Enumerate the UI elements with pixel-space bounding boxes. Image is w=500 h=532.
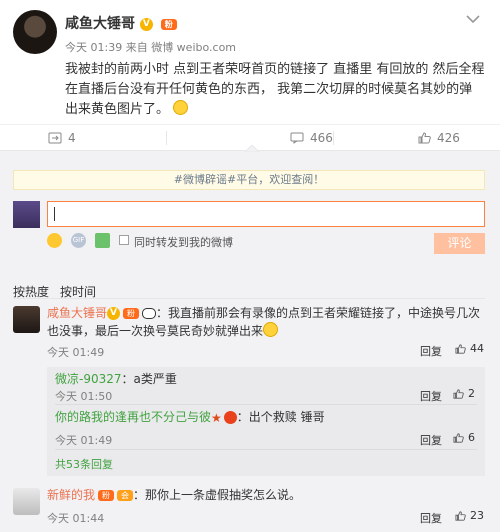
panda-badge-icon xyxy=(142,308,157,319)
commenter-avatar[interactable] xyxy=(13,488,40,515)
thumbs-up-icon xyxy=(453,432,464,443)
comment-text: ：那你上一条虚假抽奖怎么说。 xyxy=(133,488,302,502)
image-upload-icon[interactable] xyxy=(95,233,110,248)
verified-badge-icon: V xyxy=(139,17,153,31)
emoji-picker-icon[interactable] xyxy=(47,233,62,248)
more-replies-link[interactable]: 共53条回复 xyxy=(55,456,113,472)
comment-input-value xyxy=(54,207,55,221)
sub-commenter-name[interactable]: 你的路我的逢再也不分己与彼 xyxy=(55,410,211,424)
submit-comment-button[interactable]: 评论 xyxy=(434,233,485,254)
comment-count: 466 xyxy=(310,131,333,145)
reply-button[interactable]: 回复 xyxy=(420,343,442,359)
member-badge-icon: 会 xyxy=(117,490,134,501)
repost-icon xyxy=(48,132,62,144)
author-avatar[interactable] xyxy=(13,10,57,54)
caret-up-icon xyxy=(245,145,259,152)
commenter-name[interactable]: 咸鱼大锤哥 xyxy=(47,306,107,320)
reply-button[interactable]: 回复 xyxy=(420,432,442,448)
fan-badge-icon: 粉 xyxy=(98,490,115,501)
post-meta: 今天 01:39 来自 微博 weibo.com xyxy=(65,41,237,54)
repost-checkbox-label: 同时转发到我的微博 xyxy=(134,236,233,249)
comment-time: 今天 01:49 xyxy=(47,346,105,359)
red-badge-icon xyxy=(223,411,237,424)
comment-time: 今天 01:44 xyxy=(47,512,105,525)
sub-comment-time: 今天 01:49 xyxy=(55,434,113,447)
sub-comment-time: 今天 01:50 xyxy=(55,390,113,403)
repost-count: 4 xyxy=(68,131,76,145)
repost-button[interactable]: 4 xyxy=(48,131,76,145)
comment-icon xyxy=(290,132,304,144)
notice-text: #微博辟谣#平台，欢迎查阅！ xyxy=(173,173,325,186)
post-body: 我被封的前两小时 点到王者荣呀首页的链接了 直播里 有回放的 然后全程在直播后台… xyxy=(65,62,485,117)
sub-comment-item: 你的路我的逢再也不分己与彼★ ：出个救赎 锤哥 xyxy=(55,408,325,427)
comment-like-button[interactable]: 2 xyxy=(453,387,475,400)
fan-badge-icon: 粉 xyxy=(160,18,177,30)
post-text: 我被封的前两小时 点到王者荣呀首页的链接了 直播里 有回放的 然后全程在直播后台… xyxy=(65,60,485,120)
comment-like-count: 23 xyxy=(470,509,484,522)
thumbs-up-icon xyxy=(418,132,431,144)
sub-comment-text: ：出个救赎 锤哥 xyxy=(236,410,325,424)
reply-button[interactable]: 回复 xyxy=(420,388,442,404)
comment-like-button[interactable]: 44 xyxy=(455,342,484,355)
comment-like-count: 44 xyxy=(470,342,484,355)
verified-badge-icon: V xyxy=(107,307,121,320)
tab-divider xyxy=(13,298,485,299)
comment-like-button[interactable]: 23 xyxy=(455,509,484,522)
comment-item: 咸鱼大锤哥 V 粉：我直播前那会有录像的点到王者荣耀链接了，中途换号几次也没事，最后… xyxy=(47,304,485,340)
comment-toggle-button[interactable]: 466 xyxy=(290,131,333,145)
like-button[interactable]: 426 xyxy=(418,131,460,145)
sub-commenter-name[interactable]: 微凉-90327 xyxy=(55,372,122,386)
my-avatar xyxy=(13,201,40,228)
repost-checkbox[interactable] xyxy=(119,235,129,245)
gif-icon[interactable]: GIF xyxy=(71,233,86,248)
comment-input[interactable] xyxy=(47,201,485,227)
sub-replies: 微凉-90327：a类严重 今天 01:50 回复 2 你的路我的逢再也不分己与… xyxy=(47,367,485,476)
emoji-icon xyxy=(173,100,189,115)
fan-badge-icon: 粉 xyxy=(123,308,140,319)
thumbs-up-icon xyxy=(455,510,466,521)
rumor-notice[interactable]: #微博辟谣#平台，欢迎查阅！ xyxy=(13,170,485,190)
author-name[interactable]: 咸鱼大锤哥 xyxy=(65,16,135,32)
reply-button[interactable]: 回复 xyxy=(420,510,442,526)
emoji-icon xyxy=(263,322,279,337)
star-badge-icon: ★ xyxy=(211,410,222,425)
comment-like-count: 6 xyxy=(468,431,475,444)
chevron-down-icon[interactable] xyxy=(466,14,480,24)
commenter-name[interactable]: 新鲜的我 xyxy=(47,488,95,502)
sub-comment-text: ：a类严重 xyxy=(121,372,177,386)
commenter-avatar[interactable] xyxy=(13,306,40,333)
comment-like-button[interactable]: 6 xyxy=(453,431,475,444)
thumbs-up-icon xyxy=(455,343,466,354)
sub-comment-item: 微凉-90327：a类严重 xyxy=(55,370,177,388)
author-row: 咸鱼大锤哥 V 粉 xyxy=(65,13,177,33)
thumbs-up-icon xyxy=(453,388,464,399)
like-count: 426 xyxy=(437,131,460,145)
comment-like-count: 2 xyxy=(468,387,475,400)
comment-item: 新鲜的我粉会：那你上一条虚假抽奖怎么说。 xyxy=(47,486,485,504)
